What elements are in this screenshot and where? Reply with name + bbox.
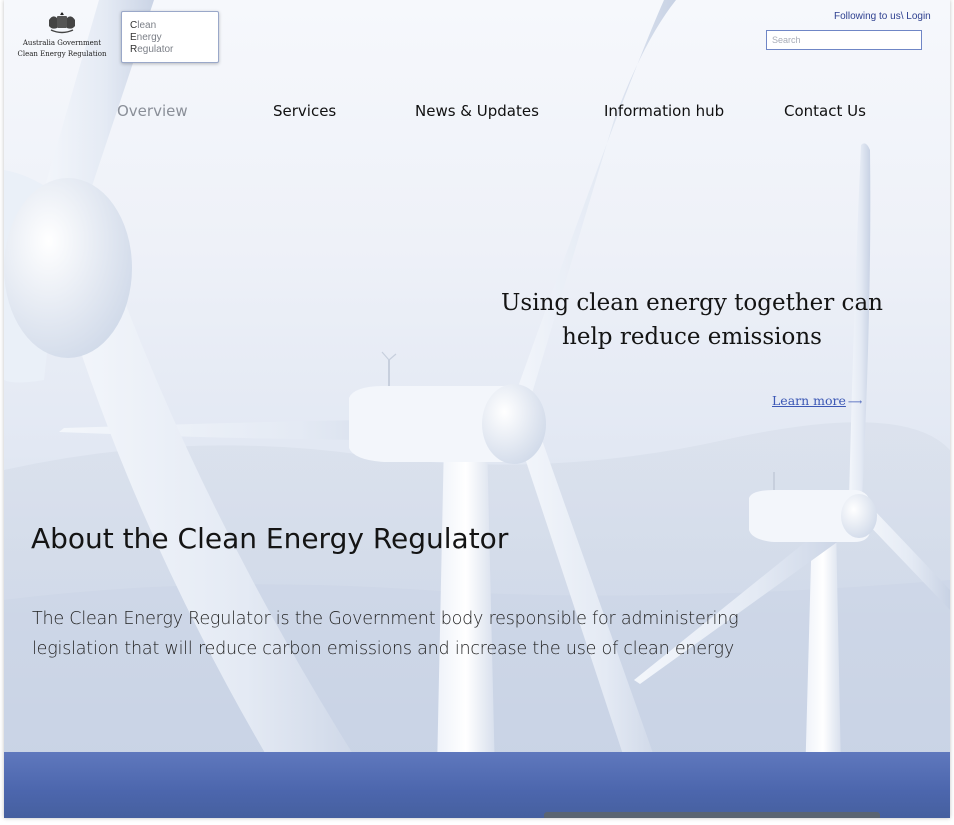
arrow-right-icon: ⟶	[847, 397, 863, 408]
nav-item-services[interactable]: Services	[273, 102, 336, 120]
nav-item-overview[interactable]: Overview	[117, 102, 188, 120]
australian-coat-of-arms-icon	[49, 12, 75, 34]
page-frame: Australia Government Clean Energy Regula…	[4, 0, 950, 818]
hero-heading-line1: Using clean energy together can	[501, 290, 883, 316]
government-name-line1: Australia Government	[22, 39, 102, 47]
government-logo[interactable]: Australia Government Clean Energy Regula…	[12, 10, 112, 62]
cer-logo-line-clean: Clean	[122, 12, 218, 32]
learn-more-label: Learn more	[772, 393, 846, 408]
hero-heading: Using clean energy together can help red…	[492, 286, 892, 354]
government-name: Australia Government Clean Energy Regula…	[12, 38, 112, 60]
hero-heading-line2: help reduce emissions	[562, 324, 822, 350]
cer-logo-word: lean	[137, 20, 157, 31]
nav-item-information-hub[interactable]: Information hub	[604, 102, 724, 120]
cer-logo-word: nergy	[136, 32, 162, 43]
cer-logo-word: egulator	[137, 44, 174, 55]
nav-item-contact-us[interactable]: Contact Us	[784, 102, 866, 120]
follow-login-link[interactable]: Following to us\ Login	[834, 11, 931, 22]
footer-band	[4, 752, 950, 818]
cer-logo-initial: E	[130, 32, 137, 43]
about-title: About the Clean Energy Regulator	[31, 522, 509, 555]
cer-logo-line-energy: Energy	[122, 32, 218, 44]
learn-more-link[interactable]: Learn more ⟶	[772, 393, 862, 408]
nav-item-news-updates[interactable]: News & Updates	[415, 102, 539, 120]
government-name-line2: Clean Energy Regulation	[17, 50, 107, 58]
search-input[interactable]	[766, 30, 922, 50]
main-nav: Overview Services News & Updates Informa…	[4, 102, 950, 124]
cer-logo-line-regulator: Regulator	[122, 44, 218, 56]
footer-tray	[544, 812, 880, 818]
cer-logo[interactable]: Clean Energy Regulator	[121, 11, 219, 63]
about-description: The Clean Energy Regulator is the Govern…	[32, 609, 739, 659]
